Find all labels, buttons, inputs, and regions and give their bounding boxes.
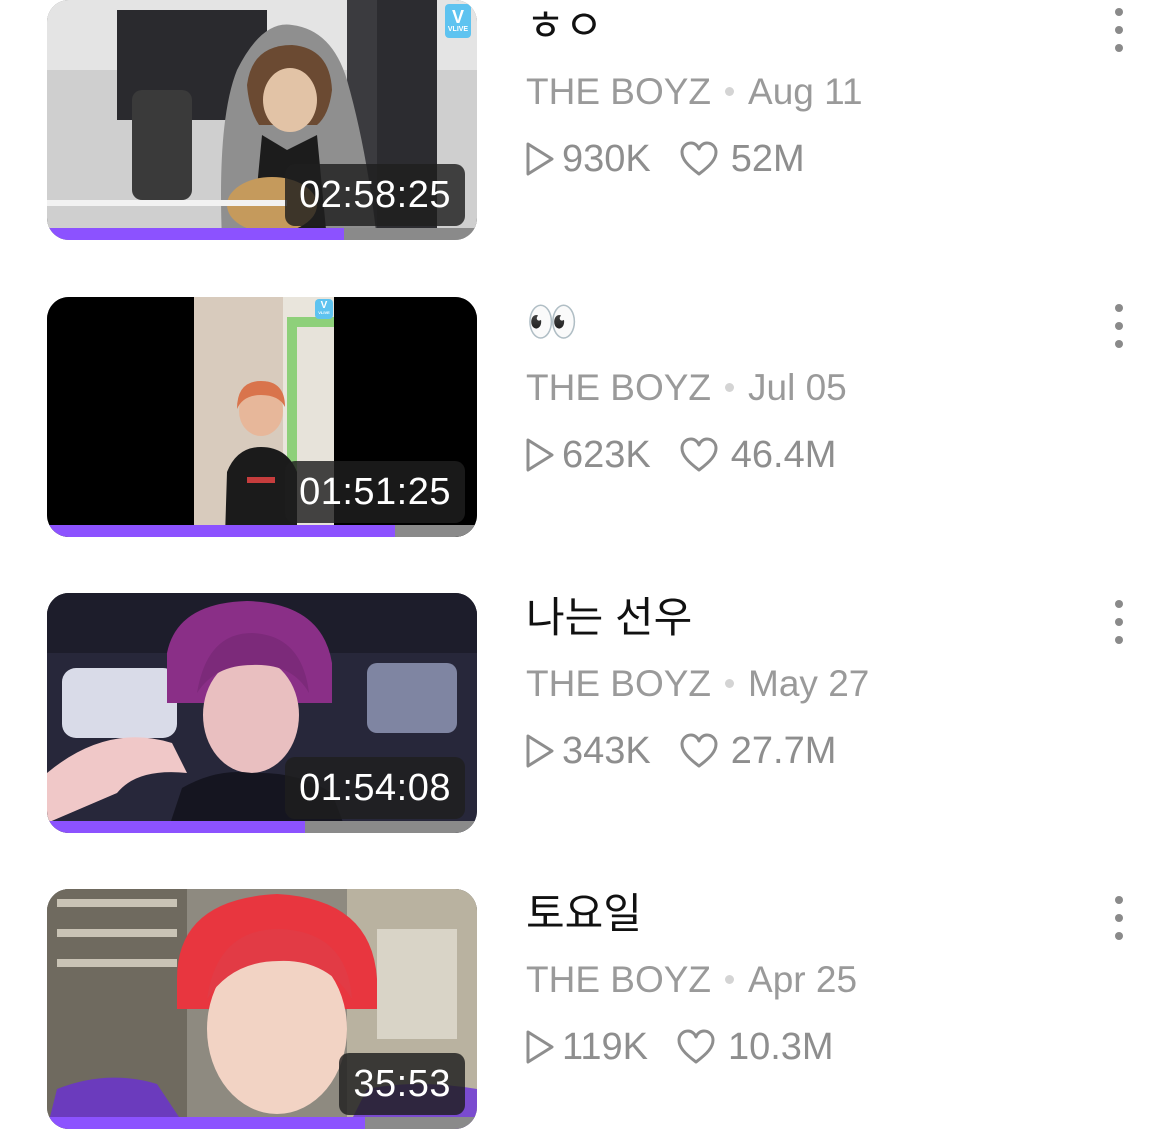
play-outline-icon — [526, 1030, 554, 1064]
upload-date: May 27 — [748, 663, 870, 704]
video-stats: 343K 27.7M — [524, 728, 836, 774]
video-thumbnail[interactable]: V VLIVE 01:51:25 — [47, 297, 477, 537]
more-vertical-icon[interactable] — [1104, 304, 1134, 348]
channel-name[interactable]: THE BOYZ — [526, 367, 711, 408]
more-vertical-icon[interactable] — [1104, 896, 1134, 940]
watch-progress-fill — [47, 525, 396, 537]
view-count: 623K — [562, 434, 651, 476]
vlive-logo-icon: V VLIVE — [445, 4, 471, 38]
video-stats: 623K 46.4M — [524, 432, 836, 478]
video-meta: THE BOYZ Apr 25 — [526, 958, 857, 1002]
video-item-4[interactable]: 35:53 토요일 THE BOYZ Apr 25 119K 10.3M — [0, 888, 1170, 1129]
view-count: 343K — [562, 730, 651, 772]
watch-progress-bar — [47, 1117, 477, 1129]
video-thumbnail[interactable]: 01:54:08 — [47, 593, 477, 833]
vlive-logo-icon: V VLIVE — [315, 299, 333, 319]
like-count: 10.3M — [727, 1026, 834, 1068]
heart-outline-icon — [680, 437, 718, 472]
view-count: 930K — [562, 138, 651, 180]
watch-progress-fill — [47, 821, 305, 833]
video-title[interactable]: ㅎㅇ — [526, 2, 603, 50]
duration-badge: 01:51:25 — [285, 461, 465, 523]
channel-name[interactable]: THE BOYZ — [526, 663, 711, 704]
view-count: 119K — [562, 1026, 648, 1068]
video-title[interactable]: 👀 — [526, 298, 578, 346]
video-item-3[interactable]: 01:54:08 나는 선우 THE BOYZ May 27 343K 27.7M — [0, 592, 1170, 833]
video-title[interactable]: 나는 선우 — [526, 594, 692, 642]
video-thumbnail[interactable]: V VLIVE 02:58:25 — [47, 0, 477, 240]
play-outline-icon — [526, 142, 554, 176]
video-meta: THE BOYZ Aug 11 — [526, 70, 863, 114]
channel-name[interactable]: THE BOYZ — [526, 959, 711, 1000]
play-outline-icon — [526, 438, 554, 472]
video-item-2[interactable]: V VLIVE 01:51:25 👀 THE BOYZ Jul 05 623K 46… — [0, 296, 1170, 537]
duration-badge: 01:54:08 — [285, 757, 465, 819]
upload-date: Aug 11 — [748, 71, 863, 112]
like-count: 27.7M — [730, 730, 837, 772]
video-stats: 930K 52M — [524, 136, 805, 182]
upload-date: Apr 25 — [748, 959, 858, 1000]
video-stats: 119K 10.3M — [524, 1024, 834, 1070]
separator-dot — [725, 678, 735, 688]
separator-dot — [725, 974, 735, 984]
upload-date: Jul 05 — [748, 367, 847, 408]
heart-outline-icon — [680, 141, 718, 176]
video-item-1[interactable]: V VLIVE 02:58:25 ㅎㅇ THE BOYZ Aug 11 930K 5… — [0, 0, 1170, 240]
duration-badge: 02:58:25 — [285, 164, 465, 226]
more-vertical-icon[interactable] — [1104, 8, 1134, 52]
video-thumbnail[interactable]: 35:53 — [47, 889, 477, 1129]
like-count: 52M — [730, 138, 805, 180]
watch-progress-fill — [47, 1117, 366, 1129]
separator-dot — [725, 86, 735, 96]
video-list: V VLIVE 02:58:25 ㅎㅇ THE BOYZ Aug 11 930K 5… — [0, 0, 1170, 1132]
more-vertical-icon[interactable] — [1104, 600, 1134, 644]
video-meta: THE BOYZ May 27 — [526, 662, 869, 706]
play-outline-icon — [526, 734, 554, 768]
heart-outline-icon — [680, 733, 718, 768]
duration-badge: 35:53 — [339, 1053, 465, 1115]
heart-outline-icon — [677, 1029, 715, 1064]
watch-progress-bar — [47, 821, 477, 833]
video-title[interactable]: 토요일 — [526, 890, 642, 938]
like-count: 46.4M — [730, 434, 837, 476]
watch-progress-bar — [47, 228, 477, 240]
video-meta: THE BOYZ Jul 05 — [526, 366, 847, 410]
channel-name[interactable]: THE BOYZ — [526, 71, 711, 112]
separator-dot — [725, 382, 735, 392]
watch-progress-fill — [47, 228, 344, 240]
watch-progress-bar — [47, 525, 477, 537]
